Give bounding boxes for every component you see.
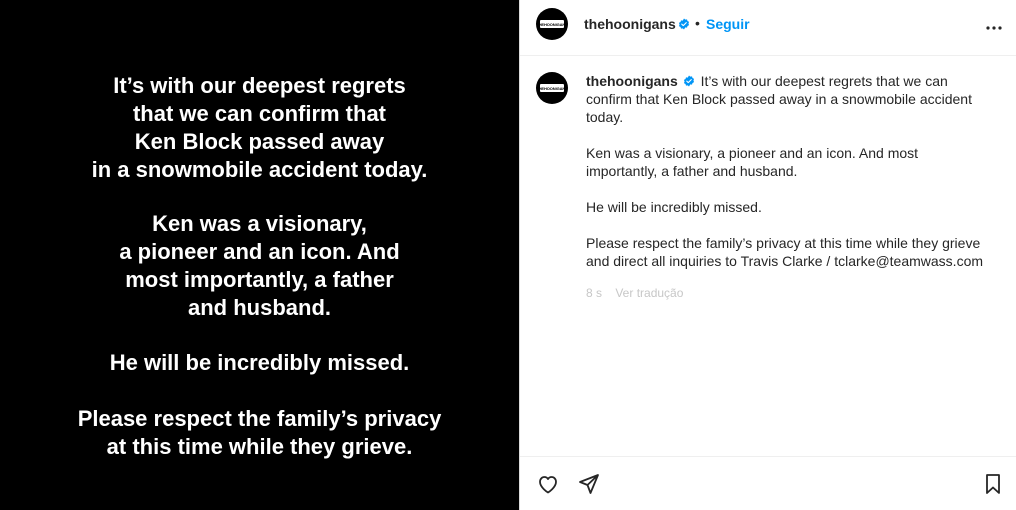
caption-paragraph: Ken was a visionary, a pioneer and an ic… xyxy=(586,145,919,179)
caption-faded-meta: 8 s Ver tradução xyxy=(586,286,684,300)
logo-bar: THEHOONIGANS xyxy=(536,20,568,28)
avatar[interactable]: THEHOONIGANS xyxy=(536,8,568,40)
post-header: THEHOONIGANS thehoonigans • Seguir xyxy=(520,0,1016,56)
image-paragraph-1: It’s with our deepest regrets that we ca… xyxy=(0,72,519,184)
image-text-line: that we can confirm that xyxy=(132,101,387,126)
separator-dot: • xyxy=(695,15,700,31)
caption-paragraph: Please respect the family’s privacy at t… xyxy=(586,235,984,269)
post-image: It’s with our deepest regrets that we ca… xyxy=(0,0,519,510)
image-paragraph-3: He will be incredibly missed. xyxy=(0,349,519,377)
caption-avatar[interactable]: THEHOONIGANS xyxy=(536,72,568,104)
caption-first-paragraph: thehoonigans It’s with our deepest regre… xyxy=(586,72,986,126)
post-side-panel: THEHOONIGANS thehoonigans • Seguir THEHO… xyxy=(519,0,1016,510)
image-text-line: a pioneer and an icon. And xyxy=(119,239,400,264)
share-icon[interactable] xyxy=(577,472,601,496)
bookmark-icon[interactable] xyxy=(981,472,1005,496)
image-text-line: most importantly, a father xyxy=(125,267,394,292)
caption: thehoonigans It’s with our deepest regre… xyxy=(586,72,986,302)
image-text-line: He will be incredibly missed. xyxy=(109,350,410,375)
verified-badge-icon xyxy=(683,75,694,87)
verified-badge-icon xyxy=(678,18,690,30)
image-text-line: in a snowmobile accident today. xyxy=(91,157,428,182)
caption-username[interactable]: thehoonigans xyxy=(586,73,678,89)
avatar-logo-text: THEHOONIGANS xyxy=(536,85,568,91)
image-paragraph-2: Ken was a visionary, a pioneer and an ic… xyxy=(0,210,519,322)
image-text-line: and husband. xyxy=(188,295,331,320)
follow-button[interactable]: Seguir xyxy=(706,16,750,32)
avatar-logo-text: THEHOONIGANS xyxy=(536,21,568,27)
logo-bar: THEHOONIGANS xyxy=(536,84,568,92)
image-text-line: at this time while they grieve. xyxy=(106,434,413,459)
heart-icon[interactable] xyxy=(536,472,560,496)
image-text-line: It’s with our deepest regrets xyxy=(113,73,406,98)
image-text-line: Ken Block passed away xyxy=(134,129,385,154)
image-text-line: Please respect the family’s privacy xyxy=(77,406,442,431)
image-text-line: Ken was a visionary, xyxy=(152,211,367,236)
action-bar xyxy=(520,456,1016,510)
header-username[interactable]: thehoonigans xyxy=(584,16,676,32)
caption-paragraph: He will be incredibly missed. xyxy=(586,199,762,215)
image-paragraph-4: Please respect the family’s privacy at t… xyxy=(0,405,519,461)
more-options-icon[interactable] xyxy=(982,16,1006,40)
